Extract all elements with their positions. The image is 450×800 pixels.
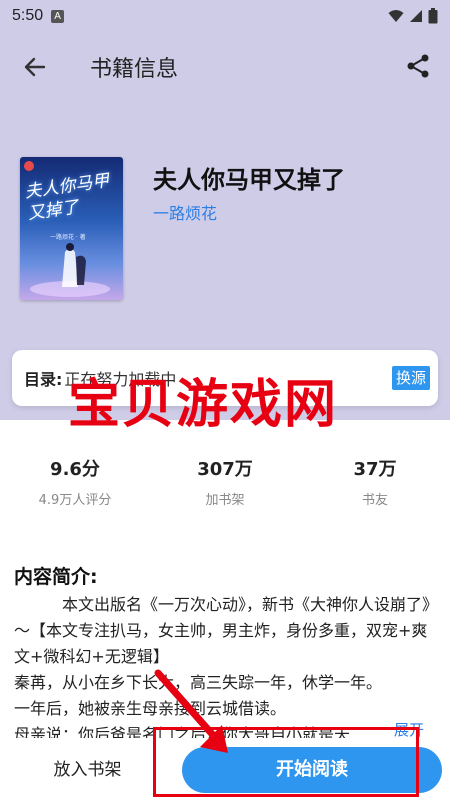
notification-icon: A <box>51 9 65 23</box>
bottom-bar: 放入书架 开始阅读 <box>0 740 450 800</box>
back-button[interactable] <box>20 52 50 82</box>
wifi-icon <box>388 10 404 22</box>
share-icon <box>407 54 429 78</box>
share-button[interactable] <box>404 52 432 80</box>
intro-line: 一年后，她被亲生母亲接到云城借读。 <box>14 699 287 718</box>
stat-rating: 9.6分 4.9万人评分 <box>0 455 150 508</box>
stat-value: 37万 <box>353 459 397 480</box>
switch-source-button[interactable]: 换源 <box>391 366 430 390</box>
start-reading-button[interactable]: 开始阅读 <box>182 747 442 793</box>
app-bar: 书籍信息 <box>0 36 450 96</box>
stat-label: 4.9万人评分 <box>38 493 112 508</box>
battery-icon <box>428 8 438 24</box>
status-bar: 5:50 A <box>0 0 450 32</box>
stat-label: 加书架 <box>205 493 245 508</box>
toc-label: 目录: <box>24 370 63 389</box>
stats-row: 9.6分 4.9万人评分 307万 加书架 37万 书友 <box>0 455 450 515</box>
toc-status: 正在努力加载中 <box>64 370 177 389</box>
status-icons <box>388 8 438 24</box>
add-to-shelf-button[interactable]: 放入书架 <box>20 752 155 788</box>
intro-line: 秦苒，从小在乡下长大，高三失踪一年，休学一年。 <box>14 673 383 692</box>
toc-card[interactable]: 目录: 正在努力加载中 换源 <box>12 350 438 406</box>
expand-button[interactable]: 展开 <box>390 719 425 740</box>
stat-shelf-count: 307万 加书架 <box>150 455 300 508</box>
intro-text: 本文出版名《一万次心动》，新书《大神你人设崩了》～【本文专注扒马，女主帅，男主炸… <box>14 592 438 738</box>
book-author-link[interactable]: 一路烦花 <box>153 200 217 224</box>
stat-value: 9.6分 <box>50 459 100 480</box>
book-title: 夫人你马甲又掉了 <box>153 166 345 194</box>
book-cover[interactable]: 夫人你马甲又掉了 一路烦花 · 著 <box>20 157 123 300</box>
cover-illustration <box>30 243 110 297</box>
status-time: 5:50 <box>12 7 44 24</box>
stat-readers: 37万 书友 <box>300 455 450 508</box>
page-title: 书籍信息 <box>90 57 179 82</box>
intro-line: 本文出版名《一万次心动》，新书《大神你人设崩了》～【本文专注扒马，女主帅，男主炸… <box>14 595 438 666</box>
intro-line: 母亲说：你后爸是名门之后，你大哥自小就是天... <box>14 725 366 738</box>
stat-label: 书友 <box>361 493 388 508</box>
cell-signal-icon <box>410 10 422 22</box>
stat-value: 307万 <box>197 459 253 480</box>
intro-heading: 内容简介: <box>14 566 98 588</box>
arrow-left-icon <box>24 57 46 77</box>
